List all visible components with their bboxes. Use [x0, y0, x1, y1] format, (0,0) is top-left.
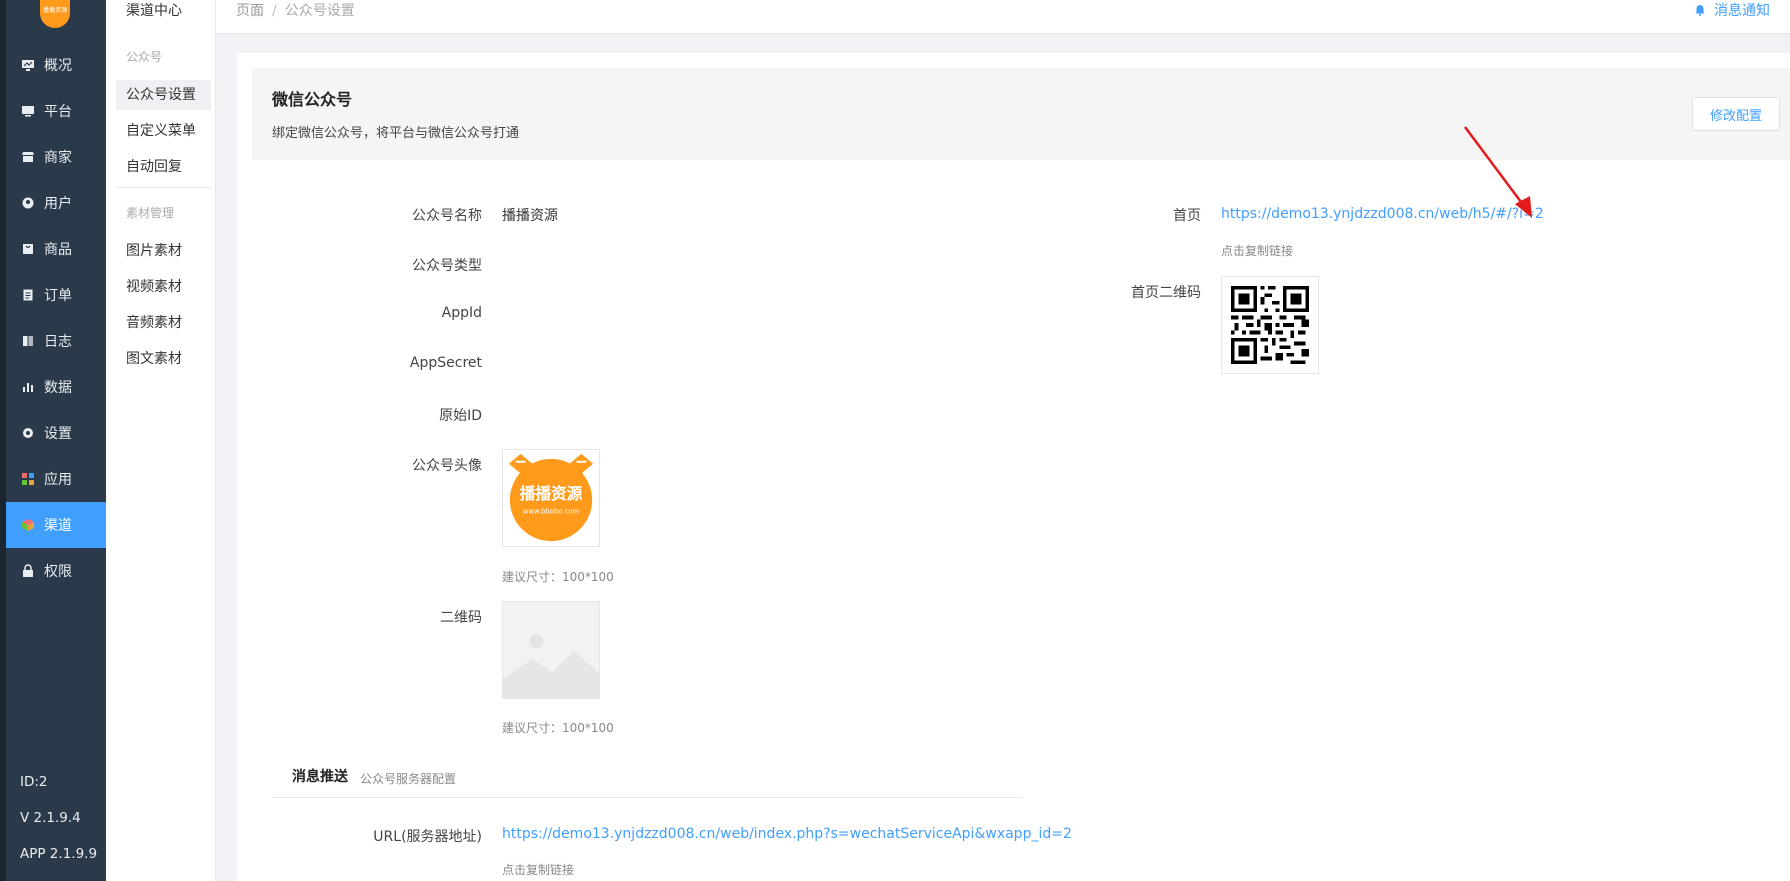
edit-config-button[interactable]: 修改配置 — [1692, 97, 1780, 131]
annotation-arrow-icon — [1463, 126, 1532, 218]
submenu-group-label: 公众号 — [126, 50, 163, 64]
sidebar-item-label: 数据 — [44, 380, 72, 396]
version-text: V 2.1.9.4 — [20, 810, 81, 826]
submenu-item-auto-reply[interactable]: 自动回复 — [116, 152, 211, 182]
avatar-image: 播播资源 www.bbobo.com — [508, 453, 594, 542]
submenu-item-article-material[interactable]: 图文素材 — [116, 344, 211, 374]
notification-link[interactable]: 消息通知 — [1694, 0, 1770, 20]
home-qrcode — [1221, 276, 1319, 374]
logo: 播播资源 — [40, 0, 70, 28]
image-placeholder-icon — [503, 634, 599, 698]
type-label: 公众号类型 — [412, 258, 482, 274]
sidebar-item-label: 日志 — [44, 334, 72, 350]
server-url-link[interactable]: https://demo13.ynjdzzd008.cn/web/index.p… — [502, 826, 1072, 842]
avatar-text: 播播资源 — [520, 484, 583, 503]
breadcrumb-current: 公众号设置 — [284, 3, 355, 19]
avatar-size-hint: 建议尺寸：100*100 — [502, 570, 614, 584]
store-icon — [21, 150, 35, 164]
sidebar-item-overview[interactable]: 概况 — [6, 42, 106, 88]
sidebar-item-label: 平台 — [44, 104, 72, 120]
notification-label: 消息通知 — [1714, 3, 1770, 19]
top-bar: 页面 / 公众号设置 消息通知 — [216, 0, 1790, 34]
home-label: 首页 — [1173, 208, 1201, 224]
qrcode-label: 二维码 — [440, 610, 482, 626]
sidebar-item-label: 应用 — [44, 472, 72, 488]
gear-icon — [21, 426, 35, 440]
page-title: 微信公众号 — [272, 90, 353, 109]
cube-icon — [21, 518, 35, 532]
home-qr-label: 首页二维码 — [1131, 285, 1201, 301]
avatar-url: www.bbobo.com — [523, 508, 580, 516]
qrcode-image — [1231, 286, 1309, 364]
clipboard-icon — [21, 288, 35, 302]
section-divider — [272, 797, 1022, 798]
sidebar-item-label: 商品 — [44, 242, 72, 258]
sidebar-item-label: 订单 — [44, 288, 72, 304]
sidebar-item-data[interactable]: 数据 — [6, 364, 106, 410]
monitor-icon — [21, 58, 35, 72]
submenu-item-image-material[interactable]: 图片素材 — [116, 236, 211, 266]
push-section-subtitle: 公众号服务器配置 — [360, 772, 457, 786]
submenu-title: 渠道中心 — [126, 3, 182, 19]
book-icon — [21, 334, 35, 348]
channel-submenu: 渠道中心 公众号 公众号设置 自定义菜单 自动回复 素材管理 图片素材 视频素材… — [106, 0, 216, 881]
submenu-item-audio-material[interactable]: 音频素材 — [116, 308, 211, 338]
appid-label: AppId — [441, 305, 482, 321]
submenu-item-official-account-settings[interactable]: 公众号设置 — [116, 80, 211, 110]
server-url-copy-hint[interactable]: 点击复制链接 — [502, 861, 574, 878]
bag-icon — [21, 242, 35, 256]
breadcrumb: 页面 / 公众号设置 — [236, 0, 355, 20]
avatar-label: 公众号头像 — [412, 458, 482, 474]
origin-id-label: 原始ID — [439, 408, 482, 424]
sidebar-item-log[interactable]: 日志 — [6, 318, 106, 364]
sidebar-item-label: 用户 — [44, 196, 72, 212]
sidebar-item-user[interactable]: 用户 — [6, 180, 106, 226]
sidebar-footer: ID:2 V 2.1.9.4 APP 2.1.9.9 — [20, 772, 97, 880]
sidebar-nav: 概况 平台 商家 用户 商品 订单 日志 数据 设置 应用 渠道 权限 — [6, 42, 106, 594]
sidebar-item-label: 渠道 — [44, 518, 72, 534]
user-icon — [21, 196, 35, 210]
name-value: 播播资源 — [502, 208, 558, 224]
sidebar-item-settings[interactable]: 设置 — [6, 410, 106, 456]
sidebar-item-order[interactable]: 订单 — [6, 272, 106, 318]
server-url-label: URL(服务器地址) — [373, 829, 482, 845]
main-sidebar: 播播资源 概况 平台 商家 用户 商品 订单 日志 数据 设置 应用 渠道 权限… — [0, 0, 106, 881]
sidebar-item-label: 权限 — [44, 564, 72, 580]
sidebar-item-merchant[interactable]: 商家 — [6, 134, 106, 180]
submenu-item-custom-menu[interactable]: 自定义菜单 — [116, 116, 211, 146]
sidebar-item-label: 商家 — [44, 150, 72, 166]
apps-grid-icon — [21, 472, 35, 486]
sidebar-item-platform[interactable]: 平台 — [6, 88, 106, 134]
submenu-divider — [116, 187, 211, 188]
header-panel: 微信公众号 绑定微信公众号，将平台与微信公众号打通 修改配置 — [252, 68, 1790, 160]
breadcrumb-root[interactable]: 页面 — [236, 3, 264, 19]
sidebar-item-permission[interactable]: 权限 — [6, 548, 106, 594]
lock-icon — [21, 564, 35, 578]
bar-chart-icon — [21, 380, 35, 394]
bell-icon — [1695, 5, 1705, 16]
account-id: ID:2 — [20, 774, 48, 790]
sidebar-item-label: 概况 — [44, 58, 72, 74]
appsecret-label: AppSecret — [409, 355, 482, 371]
qrcode-size-hint: 建议尺寸：100*100 — [502, 721, 614, 735]
app-version-text: APP 2.1.9.9 — [20, 846, 98, 862]
submenu-group-label: 素材管理 — [126, 206, 175, 220]
sidebar-item-goods[interactable]: 商品 — [6, 226, 106, 272]
breadcrumb-separator: / — [272, 3, 277, 19]
desktop-icon — [21, 104, 35, 118]
sidebar-item-channel[interactable]: 渠道 — [6, 502, 106, 548]
account-avatar: 播播资源 www.bbobo.com — [502, 449, 600, 547]
sidebar-item-apps[interactable]: 应用 — [6, 456, 106, 502]
sidebar-item-label: 设置 — [44, 426, 72, 442]
submenu-item-video-material[interactable]: 视频素材 — [116, 272, 211, 302]
page-description: 绑定微信公众号，将平台与微信公众号打通 — [272, 126, 520, 141]
name-label: 公众号名称 — [412, 208, 482, 224]
qrcode-upload-placeholder[interactable] — [502, 601, 600, 699]
home-copy-hint[interactable]: 点击复制链接 — [1221, 242, 1293, 259]
push-section-title: 消息推送 — [292, 769, 348, 785]
